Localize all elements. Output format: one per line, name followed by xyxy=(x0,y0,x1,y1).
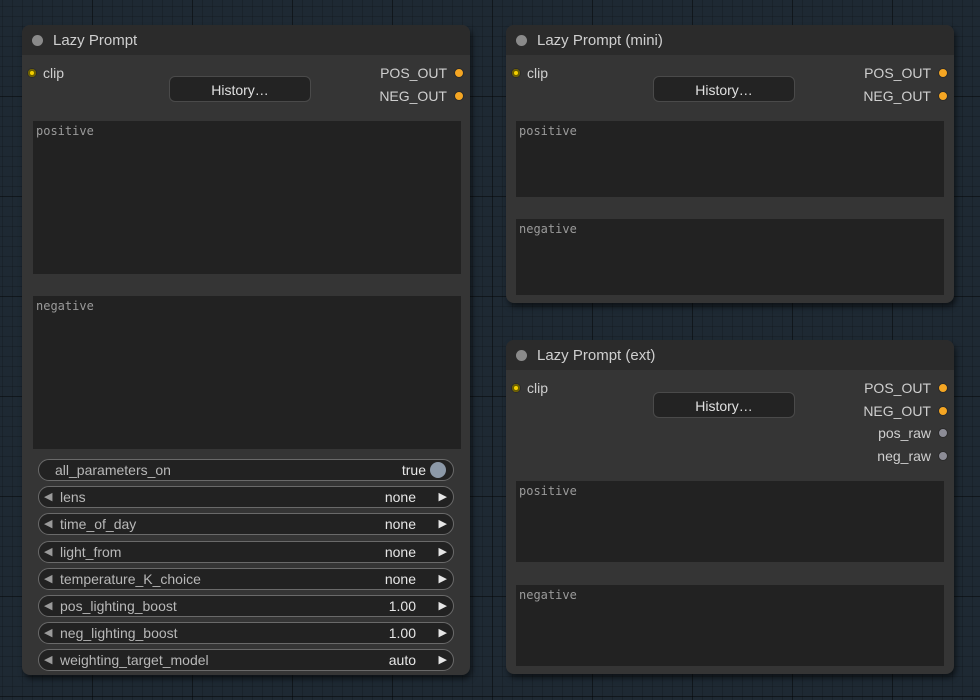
decrement-arrow-icon[interactable]: ◀ xyxy=(44,599,52,612)
output-dot-icon[interactable] xyxy=(454,68,464,78)
increment-arrow-icon[interactable]: ▶ xyxy=(439,490,447,503)
output-dot-icon[interactable] xyxy=(454,91,464,101)
output-dot-icon[interactable] xyxy=(938,406,948,416)
widget-label: all_parameters_on xyxy=(55,462,171,478)
increment-arrow-icon[interactable]: ▶ xyxy=(439,653,447,666)
increment-arrow-icon[interactable]: ▶ xyxy=(439,599,447,612)
history-button[interactable]: History… xyxy=(169,76,311,102)
output-slot-pos-out[interactable]: POS_OUT xyxy=(864,380,948,396)
decrement-arrow-icon[interactable]: ◀ xyxy=(44,545,52,558)
increment-arrow-icon[interactable]: ▶ xyxy=(439,517,447,530)
input-slot-clip[interactable]: clip xyxy=(511,65,549,81)
node-lazy-prompt-mini[interactable]: Lazy Prompt (mini) clip History… POS_OUT… xyxy=(506,25,954,303)
output-dot-icon[interactable] xyxy=(938,451,948,461)
clip-input-dot-icon[interactable] xyxy=(27,68,37,78)
history-button[interactable]: History… xyxy=(653,392,795,418)
output-slot-label: NEG_OUT xyxy=(379,88,447,104)
node-title-bar[interactable]: Lazy Prompt (mini) xyxy=(506,25,954,55)
decrement-arrow-icon[interactable]: ◀ xyxy=(44,626,52,639)
widget-neg-lighting-boost[interactable]: ◀ neg_lighting_boost 1.00 ▶ xyxy=(38,622,454,644)
positive-textarea[interactable]: positive xyxy=(33,121,461,274)
node-lazy-prompt[interactable]: Lazy Prompt clip History… POS_OUT NEG_OU… xyxy=(22,25,470,675)
output-slot-neg-out[interactable]: NEG_OUT xyxy=(863,88,948,104)
output-dot-icon[interactable] xyxy=(938,428,948,438)
clip-input-dot-icon[interactable] xyxy=(511,383,521,393)
input-slot-clip[interactable]: clip xyxy=(511,380,549,396)
positive-textarea[interactable]: positive xyxy=(516,121,944,197)
output-slot-pos-raw[interactable]: pos_raw xyxy=(878,425,948,441)
output-slot-neg-out[interactable]: NEG_OUT xyxy=(863,403,948,419)
increment-arrow-icon[interactable]: ▶ xyxy=(439,626,447,639)
node-title: Lazy Prompt (ext) xyxy=(537,347,656,364)
node-title-bar[interactable]: Lazy Prompt (ext) xyxy=(506,340,954,370)
widget-all-parameters-on[interactable]: all_parameters_on true xyxy=(38,459,454,481)
positive-textarea[interactable]: positive xyxy=(516,481,944,562)
widget-temperature-k-choice[interactable]: ◀ temperature_K_choice none ▶ xyxy=(38,568,454,590)
widget-label: weighting_target_model xyxy=(60,652,209,668)
widget-time-of-day[interactable]: ◀ time_of_day none ▶ xyxy=(38,513,454,535)
widget-value: 1.00 xyxy=(388,598,416,614)
negative-textarea[interactable]: negative xyxy=(516,585,944,666)
output-slot-pos-out[interactable]: POS_OUT xyxy=(380,65,464,81)
decrement-arrow-icon[interactable]: ◀ xyxy=(44,572,52,585)
output-dot-icon[interactable] xyxy=(938,383,948,393)
toggle-knob-icon[interactable] xyxy=(430,462,446,478)
input-slot-label: clip xyxy=(527,65,549,81)
widget-value: none xyxy=(384,571,416,587)
output-slot-label: pos_raw xyxy=(878,425,931,441)
history-button[interactable]: History… xyxy=(653,76,795,102)
widget-label: lens xyxy=(60,489,86,505)
node-title: Lazy Prompt xyxy=(53,32,138,49)
output-slot-neg-out[interactable]: NEG_OUT xyxy=(379,88,464,104)
widget-label: neg_lighting_boost xyxy=(60,625,178,641)
widget-value: none xyxy=(384,544,416,560)
negative-textarea[interactable]: negative xyxy=(33,296,461,449)
input-slot-clip[interactable]: clip xyxy=(27,65,65,81)
widget-value: none xyxy=(384,489,416,505)
decrement-arrow-icon[interactable]: ◀ xyxy=(44,653,52,666)
widget-label: pos_lighting_boost xyxy=(60,598,177,614)
node-lazy-prompt-ext[interactable]: Lazy Prompt (ext) clip History… POS_OUT … xyxy=(506,340,954,674)
input-slot-label: clip xyxy=(43,65,65,81)
widget-weighting-target-model[interactable]: ◀ weighting_target_model auto ▶ xyxy=(38,649,454,671)
widget-value: none xyxy=(384,516,416,532)
widget-label: light_from xyxy=(60,544,122,560)
output-slot-label: POS_OUT xyxy=(864,380,931,396)
output-slot-label: POS_OUT xyxy=(380,65,447,81)
output-slot-label: POS_OUT xyxy=(864,65,931,81)
clip-input-dot-icon[interactable] xyxy=(511,68,521,78)
negative-textarea[interactable]: negative xyxy=(516,219,944,295)
widget-light-from[interactable]: ◀ light_from none ▶ xyxy=(38,541,454,563)
collapse-dot-icon[interactable] xyxy=(516,35,527,46)
output-dot-icon[interactable] xyxy=(938,91,948,101)
output-dot-icon[interactable] xyxy=(938,68,948,78)
increment-arrow-icon[interactable]: ▶ xyxy=(439,572,447,585)
output-slot-label: neg_raw xyxy=(877,448,931,464)
collapse-dot-icon[interactable] xyxy=(32,35,43,46)
node-title-bar[interactable]: Lazy Prompt xyxy=(22,25,470,55)
output-slot-label: NEG_OUT xyxy=(863,88,931,104)
widget-lens[interactable]: ◀ lens none ▶ xyxy=(38,486,454,508)
widget-value: true xyxy=(401,462,426,478)
widget-value: auto xyxy=(388,652,416,668)
widget-value: 1.00 xyxy=(388,625,416,641)
increment-arrow-icon[interactable]: ▶ xyxy=(439,545,447,558)
decrement-arrow-icon[interactable]: ◀ xyxy=(44,490,52,503)
widget-pos-lighting-boost[interactable]: ◀ pos_lighting_boost 1.00 ▶ xyxy=(38,595,454,617)
input-slot-label: clip xyxy=(527,380,549,396)
widget-label: time_of_day xyxy=(60,516,137,532)
widget-label: temperature_K_choice xyxy=(60,571,201,587)
decrement-arrow-icon[interactable]: ◀ xyxy=(44,517,52,530)
output-slot-label: NEG_OUT xyxy=(863,403,931,419)
output-slot-pos-out[interactable]: POS_OUT xyxy=(864,65,948,81)
node-title: Lazy Prompt (mini) xyxy=(537,32,663,49)
output-slot-neg-raw[interactable]: neg_raw xyxy=(877,448,948,464)
collapse-dot-icon[interactable] xyxy=(516,350,527,361)
